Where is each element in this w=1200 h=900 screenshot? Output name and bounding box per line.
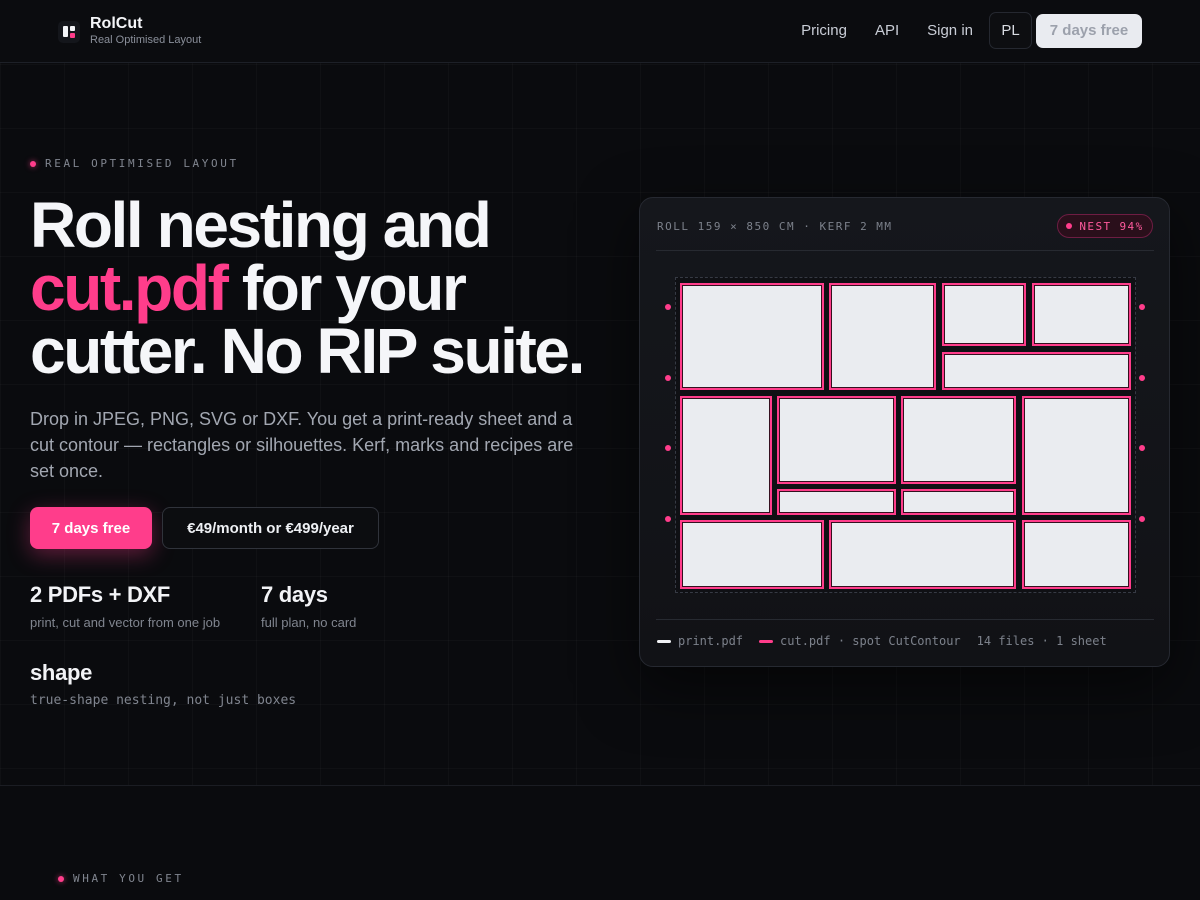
stat-trial: 7 days full plan, no card xyxy=(261,582,356,630)
what-you-get-text: WHAT YOU GET xyxy=(73,872,184,885)
registration-mark-icon xyxy=(1139,304,1145,310)
pricing-button[interactable]: €49/month or €499/year xyxy=(162,507,379,549)
nested-piece xyxy=(901,489,1016,515)
nested-piece xyxy=(1022,520,1131,589)
nested-piece xyxy=(942,283,1026,346)
registration-mark-icon xyxy=(1139,516,1145,522)
stat-outputs: 2 PDFs + DXF print, cut and vector from … xyxy=(30,582,220,630)
headline-line-2: for your xyxy=(226,252,467,324)
card-divider-bottom xyxy=(656,619,1154,620)
cut-swatch-icon xyxy=(759,639,774,643)
main-nav: Pricing API Sign in PL 7 days free xyxy=(801,12,1142,49)
hero-headline: Roll nesting and cut.pdf for your cutter… xyxy=(30,193,630,383)
nested-piece xyxy=(901,396,1016,484)
nested-piece xyxy=(680,520,824,589)
registration-mark-icon xyxy=(665,375,671,381)
legend-cut-label: cut.pdf · spot CutContour xyxy=(780,634,961,648)
nested-piece xyxy=(829,283,936,390)
stat-caption: true-shape nesting, not just boxes xyxy=(30,693,297,708)
stat-caption: print, cut and vector from one job xyxy=(30,615,221,630)
hero-eyebrow: REAL OPTIMISED LAYOUT xyxy=(30,157,239,170)
registration-mark-icon xyxy=(665,304,671,310)
start-trial-button[interactable]: 7 days free xyxy=(30,507,152,549)
legend-cut: cut.pdf · spot CutContour xyxy=(759,634,961,648)
brand-name: RolCut xyxy=(90,15,143,32)
header-trial-button[interactable]: 7 days free xyxy=(1036,13,1142,48)
brand-tagline: Real Optimised Layout xyxy=(90,34,202,46)
legend-print: print.pdf xyxy=(657,634,743,648)
nav-api[interactable]: API xyxy=(875,22,899,39)
nested-piece xyxy=(829,520,1016,589)
registration-mark-icon xyxy=(665,516,671,522)
stat-value: 2 PDFs + DXF xyxy=(30,582,171,607)
nested-piece xyxy=(680,283,824,390)
nav-sign-in[interactable]: Sign in xyxy=(927,22,973,39)
stat-value: shape xyxy=(30,660,93,685)
nested-piece xyxy=(1022,396,1131,515)
nested-piece xyxy=(680,396,772,515)
card-divider-top xyxy=(656,250,1154,251)
nested-piece xyxy=(777,396,896,484)
top-navigation: RolCut Real Optimised Layout Pricing API… xyxy=(0,0,1200,63)
headline-line-1: Roll nesting and xyxy=(30,189,492,261)
legend-summary: 14 files · 1 sheet xyxy=(976,634,1107,648)
headline-highlight: cut.pdf xyxy=(30,252,229,324)
nest-efficiency-text: NEST 94% xyxy=(1079,219,1144,233)
badge-dot-icon xyxy=(1066,223,1073,229)
brand[interactable]: RolCut Real Optimised Layout xyxy=(58,16,201,47)
stat-shape: shape true-shape nesting, not just boxes xyxy=(30,660,296,708)
hero-eyebrow-text: REAL OPTIMISED LAYOUT xyxy=(45,157,239,170)
eyebrow-dot-icon xyxy=(30,160,36,167)
legend-print-label: print.pdf xyxy=(678,634,744,648)
nav-pricing[interactable]: Pricing xyxy=(801,22,847,39)
nesting-preview-card: ROLL 159 × 850 CM · KERF 2 MM NEST 94% p… xyxy=(639,197,1170,667)
what-you-get-eyebrow: WHAT YOU GET xyxy=(58,872,184,885)
rolcut-logo-icon xyxy=(58,20,80,43)
language-switcher[interactable]: PL xyxy=(989,12,1032,49)
stat-value: 7 days xyxy=(261,582,328,607)
registration-mark-icon xyxy=(1139,445,1145,451)
print-swatch-icon xyxy=(657,639,671,643)
nested-piece xyxy=(1032,283,1131,346)
nested-piece xyxy=(777,489,896,515)
roll-spec: ROLL 159 × 850 CM · KERF 2 MM xyxy=(657,220,893,233)
stat-caption: full plan, no card xyxy=(261,615,357,630)
nest-efficiency-badge: NEST 94% xyxy=(1057,214,1153,238)
eyebrow-dot-icon xyxy=(58,875,64,882)
output-legend: print.pdf cut.pdf · spot CutContour 14 f… xyxy=(657,634,1123,648)
nested-sheet-preview xyxy=(675,277,1136,593)
hero-description: Drop in JPEG, PNG, SVG or DXF. You get a… xyxy=(30,409,574,481)
registration-mark-icon xyxy=(1139,375,1145,381)
nested-piece xyxy=(942,352,1131,390)
headline-line-3: cutter. No RIP suite. xyxy=(30,315,585,387)
registration-mark-icon xyxy=(665,445,671,451)
